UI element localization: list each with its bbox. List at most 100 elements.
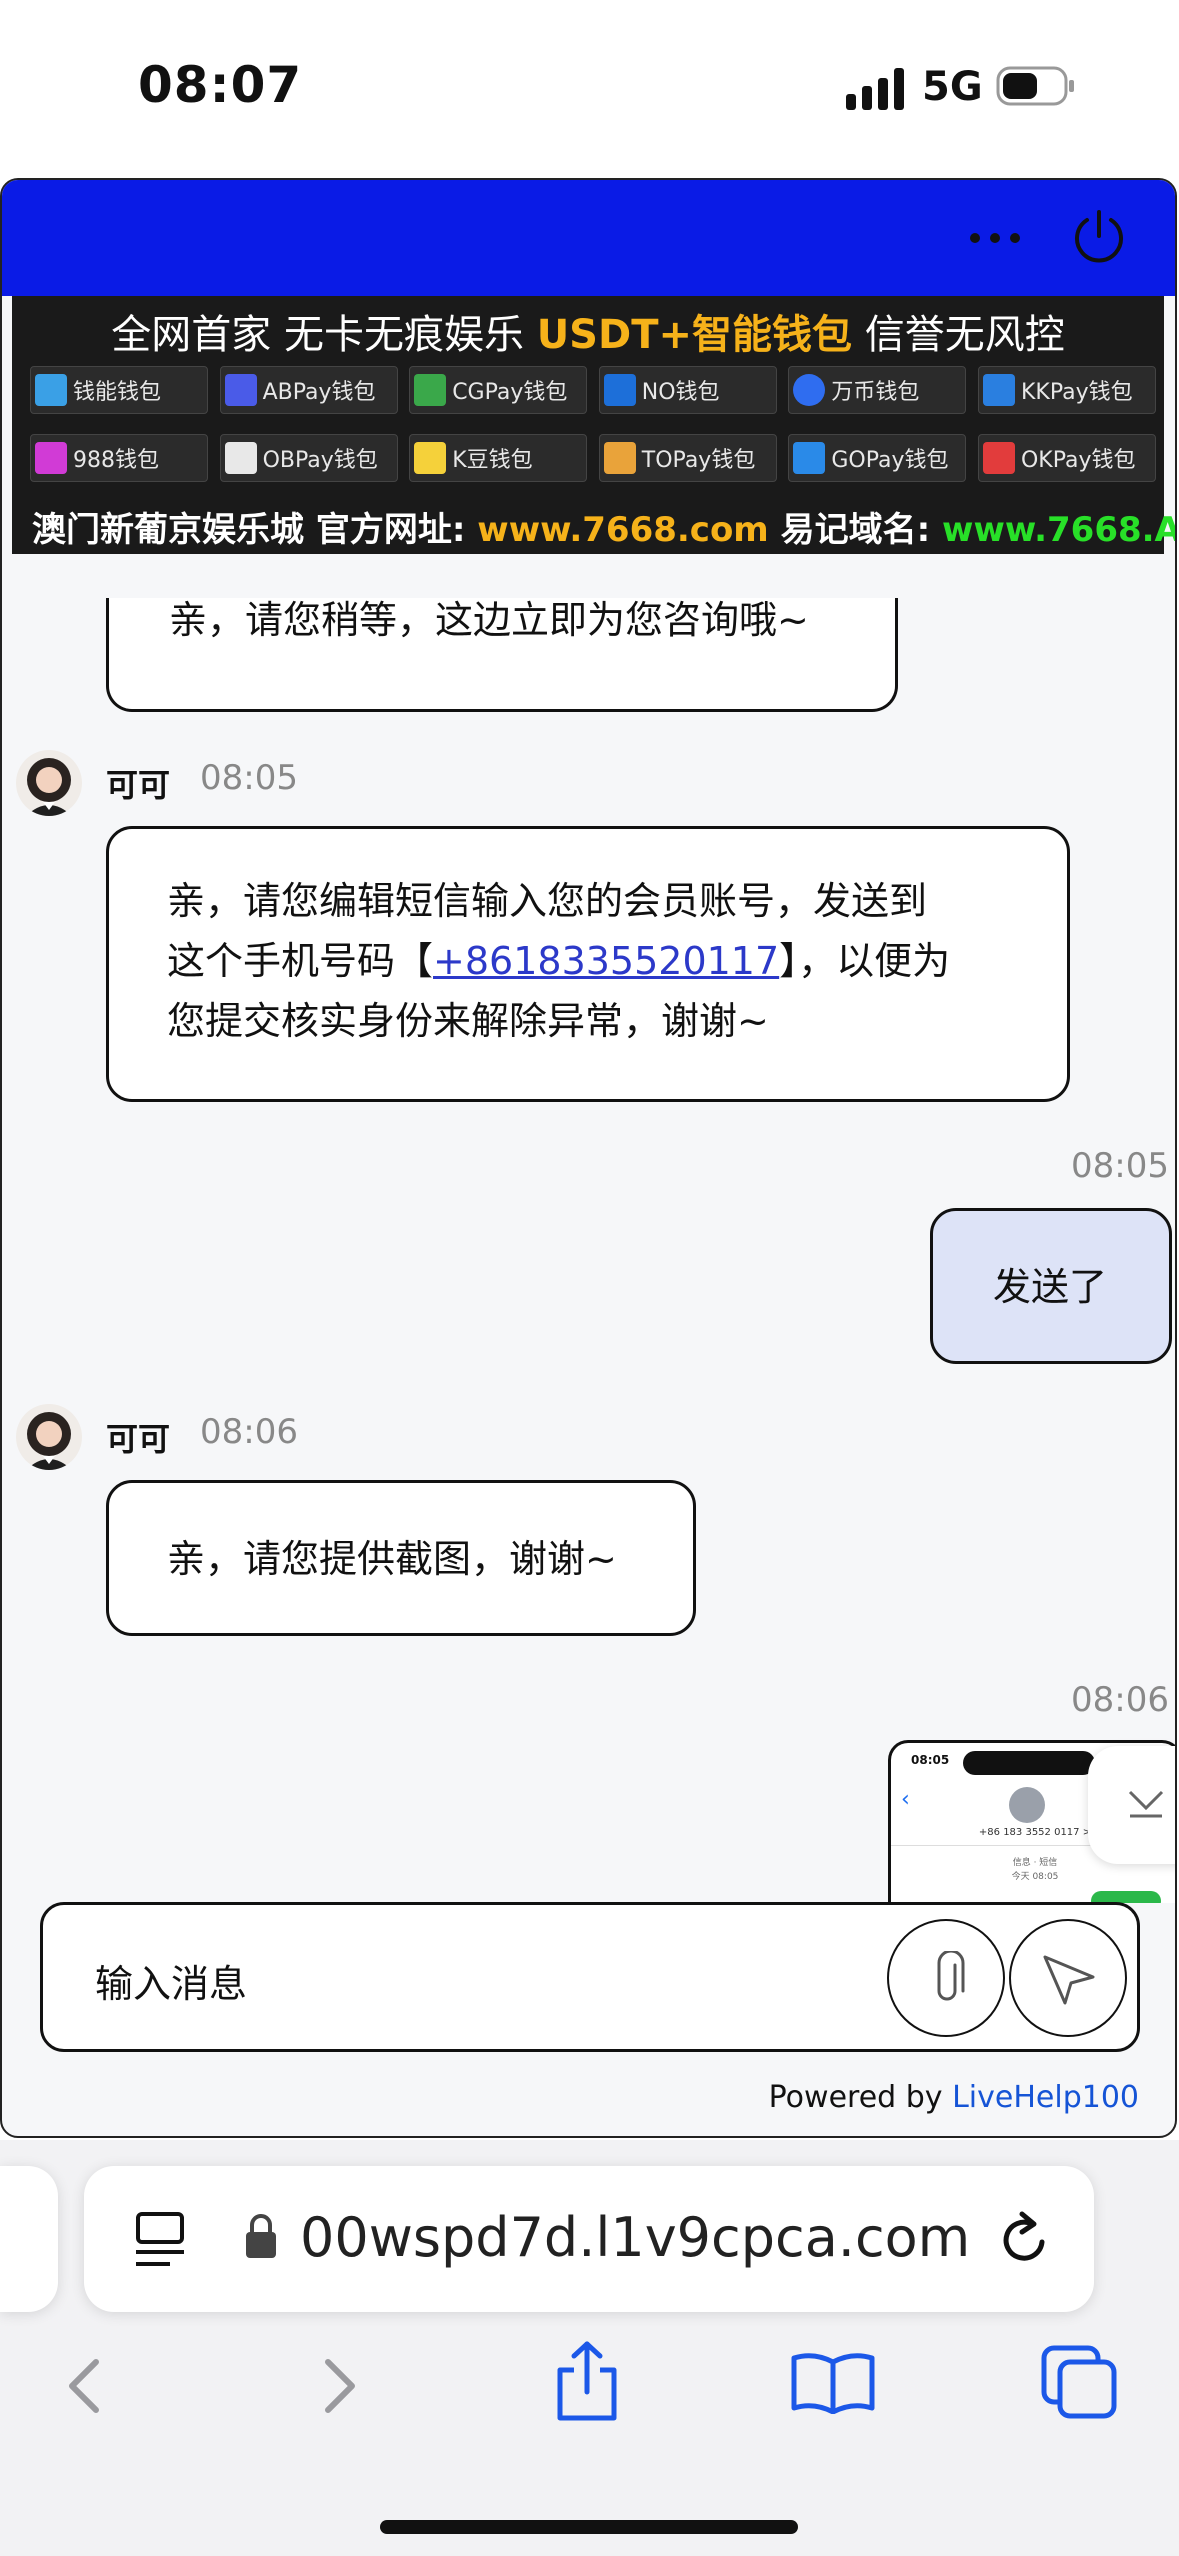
wallet-label: CGPay钱包: [452, 380, 568, 405]
bookmarks-icon[interactable]: [790, 2350, 876, 2414]
wallet-logo-icon: [414, 374, 447, 406]
wallet-row-2: 988钱包 OBPay钱包 K豆钱包 TOPay钱包 GOPay钱包 OKPay…: [30, 434, 1156, 482]
message-time: 08:06: [200, 1412, 298, 1452]
agent-avatar: [16, 1404, 82, 1470]
promo-banner[interactable]: 全网首家 无卡无痕娱乐 USDT+智能钱包 信誉无风控 钱能钱包 ABPay钱包…: [12, 296, 1175, 554]
chevron-down-icon: [1128, 1790, 1164, 1818]
tabs-icon[interactable]: [1040, 2344, 1120, 2420]
message-text: 亲，请您稍等，这边立即为您咨询哦~: [169, 598, 809, 642]
wallet-tile[interactable]: K豆钱包: [409, 434, 588, 482]
avatar-portrait-icon: [26, 758, 72, 816]
wallet-tile[interactable]: 万币钱包: [788, 366, 967, 414]
powered-by: Powered by LiveHelp100: [769, 2080, 1139, 2115]
wallet-tile[interactable]: NO钱包: [598, 366, 777, 414]
banner-url-alt[interactable]: www.7668.AM: [942, 510, 1175, 550]
banner-footer-c: 易记域名:: [768, 510, 943, 550]
wallet-logo-icon: [603, 374, 636, 406]
message-text: 亲，请您编辑短信输入您的会员账号，发送到 这个手机号码【+86183355201…: [167, 871, 950, 1051]
message-fragment: 这个手机号码【: [167, 939, 434, 983]
wallet-tile[interactable]: 钱能钱包: [30, 366, 208, 414]
message-input[interactable]: 输入消息: [95, 1953, 247, 2008]
wallet-logo-icon: [982, 374, 1015, 406]
wallet-label: 万币钱包: [831, 380, 920, 405]
back-chevron-icon: ‹: [901, 1787, 910, 1812]
wallet-tile[interactable]: OKPay钱包: [977, 434, 1156, 482]
wallet-tile[interactable]: ABPay钱包: [219, 366, 398, 414]
share-icon[interactable]: [552, 2340, 622, 2424]
banner-footer-a: 澳门新葡京娱乐城 官方网址:: [32, 510, 478, 550]
home-indicator: [380, 2520, 798, 2534]
wallet-logo-icon: [35, 374, 67, 406]
chat-window: 全网首家 无卡无痕娱乐 USDT+智能钱包 信誉无风控 钱能钱包 ABPay钱包…: [0, 178, 1177, 2138]
contact-avatar-icon: [1009, 1787, 1045, 1823]
wallet-label: OKPay钱包: [1020, 448, 1136, 473]
reader-mode-icon[interactable]: [132, 2210, 188, 2270]
address-bar[interactable]: 00wspd7d.l1v9cpca.com: [84, 2166, 1094, 2312]
wallet-tile[interactable]: GOPay钱包: [788, 434, 967, 482]
message-text: 亲，请您提供截图，谢谢~: [167, 1537, 617, 1581]
wallet-label: OBPay钱包: [262, 448, 378, 473]
wallet-logo-icon: [982, 442, 1015, 474]
powered-prefix: Powered by: [768, 2080, 953, 2115]
wallet-label: KKPay钱包: [1020, 380, 1133, 405]
banner-headline-a: 全网首家 无卡无痕娱乐: [111, 312, 537, 358]
more-options-icon[interactable]: [965, 220, 1025, 256]
livehelp-link[interactable]: LiveHelp100: [952, 2080, 1139, 2115]
wallet-row-1: 钱能钱包 ABPay钱包 CGPay钱包 NO钱包 万币钱包 KKPay钱包: [30, 366, 1156, 414]
power-icon[interactable]: [1069, 206, 1129, 266]
wallet-logo-icon: [414, 442, 447, 474]
wallet-label: TOPay钱包: [641, 448, 756, 473]
scroll-down-button[interactable]: [1088, 1746, 1175, 1864]
wallet-label: 988钱包: [73, 448, 159, 473]
chat-header: [2, 180, 1175, 296]
lock-icon: [246, 2214, 276, 2258]
send-arrow-icon: [1043, 1955, 1095, 2005]
wallet-label: GOPay钱包: [831, 448, 949, 473]
back-icon[interactable]: [62, 2356, 106, 2416]
message-bubble-received: 亲，请您稍等，这边立即为您咨询哦~: [106, 598, 898, 712]
wallet-tile[interactable]: CGPay钱包: [409, 366, 588, 414]
wallet-label: ABPay钱包: [262, 380, 376, 405]
phone-number-link[interactable]: +8618335520117: [433, 939, 779, 983]
sender-name: 可可: [106, 766, 171, 804]
send-button[interactable]: [1009, 1919, 1127, 2037]
previous-tab-peek[interactable]: [0, 2166, 58, 2312]
banner-headline: 全网首家 无卡无痕娱乐 USDT+智能钱包 信誉无风控: [12, 302, 1164, 360]
wallet-logo-icon: [224, 374, 257, 406]
message-composer: 输入消息: [40, 1902, 1140, 2052]
message-bubble-received: 亲，请您提供截图，谢谢~: [106, 1480, 696, 1636]
wallet-logo-icon: [603, 442, 636, 474]
forward-icon[interactable]: [318, 2356, 362, 2416]
dynamic-island: [963, 1751, 1095, 1775]
sender-name: 可可: [106, 1420, 171, 1458]
wallet-logo-icon: [224, 442, 257, 474]
reload-icon[interactable]: [996, 2210, 1052, 2270]
attach-button[interactable]: [887, 1919, 1005, 2037]
wallet-tile[interactable]: KKPay钱包: [977, 366, 1156, 414]
wallet-tile[interactable]: TOPay钱包: [598, 434, 777, 482]
network-type: 5G: [922, 64, 983, 110]
banner-headline-b: USDT+智能钱包: [536, 312, 852, 358]
wallet-label: K豆钱包: [452, 448, 533, 473]
battery-icon: [996, 66, 1074, 106]
url-text: 00wspd7d.l1v9cpca.com: [300, 2206, 971, 2269]
screenshot-time: 08:05: [911, 1753, 950, 1767]
wallet-tile[interactable]: OBPay钱包: [219, 434, 398, 482]
banner-headline-c: 信誉无风控: [852, 312, 1065, 358]
banner-footer: 澳门新葡京娱乐城 官方网址: www.7668.com 易记域名: www.76…: [32, 502, 1175, 551]
wallet-logo-icon: [35, 442, 67, 474]
message-line: 这个手机号码【+8618335520117】，以便为: [167, 931, 950, 991]
message-bubble-received: 亲，请您编辑短信输入您的会员账号，发送到 这个手机号码【+86183355201…: [106, 826, 1070, 1102]
message-bubble-sent: 发送了: [930, 1208, 1172, 1364]
message-time: 08:05: [1071, 1146, 1169, 1186]
avatar-portrait-icon: [26, 1412, 72, 1470]
message-time: 08:05: [200, 758, 298, 798]
wallet-label: NO钱包: [641, 380, 720, 405]
wallet-logo-icon: [793, 374, 826, 406]
screenshot-caption: 今天 08:05: [1011, 1872, 1059, 1882]
paperclip-icon: [937, 1951, 965, 2001]
message-time: 08:06: [1071, 1680, 1169, 1720]
wallet-tile[interactable]: 988钱包: [30, 434, 208, 482]
banner-url-primary[interactable]: www.7668.com: [477, 510, 768, 550]
message-line: 您提交核实身份来解除异常，谢谢~: [167, 999, 769, 1043]
